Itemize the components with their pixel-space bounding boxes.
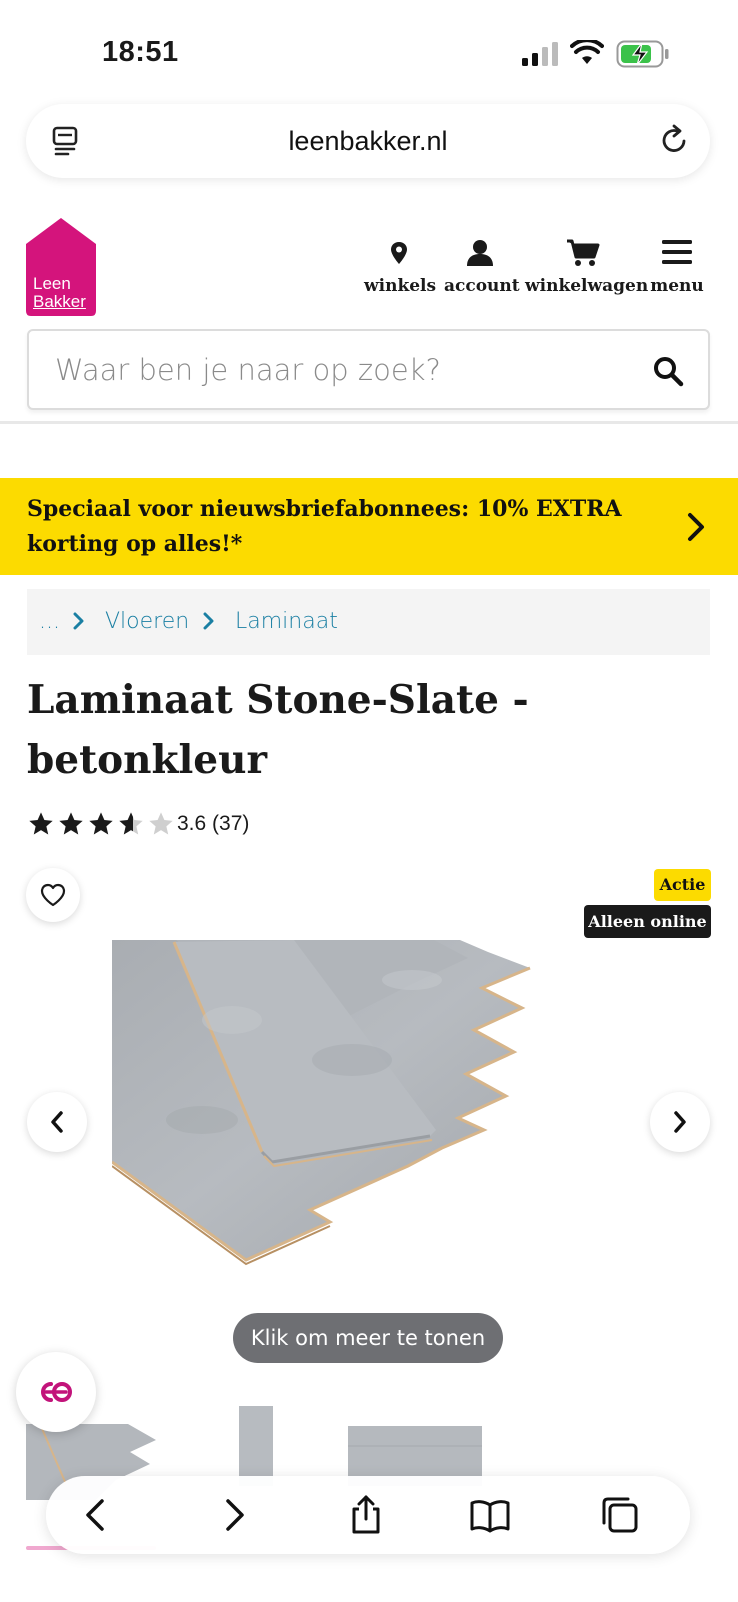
browser-toolbar <box>46 1476 690 1554</box>
page: 18:51 leenbakker.nl Leen Bakker winkels … <box>0 0 738 1602</box>
star-half-icon <box>119 812 143 835</box>
promo-text: Speciaal voor nieuwsbriefabonnees: 10% E… <box>27 496 622 557</box>
address-bar[interactable]: leenbakker.nl <box>26 104 710 178</box>
chevron-right-icon <box>73 612 84 630</box>
battery-charging-icon <box>616 40 669 68</box>
favorite-button[interactable] <box>26 868 80 922</box>
chat-logo-icon <box>41 1382 72 1402</box>
status-time: 18:51 <box>102 36 179 68</box>
back-icon[interactable] <box>76 1495 116 1535</box>
header-divider <box>0 421 738 424</box>
nav-label-winkels: winkels <box>364 276 437 296</box>
badge-actie: Actie <box>654 869 711 901</box>
reload-icon[interactable] <box>658 124 690 156</box>
user-icon <box>467 240 493 266</box>
cart-icon <box>567 239 600 266</box>
breadcrumb-laminaat[interactable]: Laminaat <box>235 609 338 634</box>
star-full-icon <box>29 812 53 835</box>
product-title: Laminaat Stone-Slate - betonkleur <box>27 677 529 783</box>
product-image[interactable] <box>112 940 616 1300</box>
heart-icon <box>40 883 66 907</box>
nav-label-winkelwagen: winkelwagen <box>525 276 649 296</box>
carousel-prev-button[interactable] <box>27 1092 87 1152</box>
hamburger-icon <box>662 240 692 264</box>
forward-icon[interactable] <box>214 1495 254 1535</box>
nav-winkelwagen[interactable]: winkelwagen <box>525 236 649 296</box>
breadcrumb-vloeren[interactable]: Vloeren <box>105 609 189 634</box>
thumbnail-2[interactable] <box>239 1406 273 1486</box>
tabs-icon[interactable] <box>600 1495 640 1535</box>
show-more-button[interactable]: Klik om meer te tonen <box>233 1313 503 1363</box>
logo-text-leen: Leen <box>33 274 71 293</box>
chevron-left-icon <box>51 1111 63 1133</box>
nav-account[interactable]: account <box>444 236 520 296</box>
nav-winkels[interactable]: winkels <box>364 236 437 296</box>
search-input[interactable] <box>55 353 615 387</box>
star-full-icon <box>89 812 113 835</box>
chevron-right-icon <box>688 513 704 541</box>
newsletter-promo-banner[interactable]: Speciaal voor nieuwsbriefabonnees: 10% E… <box>0 478 738 575</box>
nav-label-account: account <box>444 276 520 296</box>
location-pin-icon <box>391 242 407 264</box>
cellular-signal-icon <box>522 42 558 66</box>
badge-alleen-online: Alleen online <box>584 905 711 938</box>
share-icon[interactable] <box>346 1495 386 1535</box>
carousel-next-button[interactable] <box>650 1092 710 1152</box>
star-full-icon <box>59 812 83 835</box>
logo-text-bakker: Bakker <box>33 292 86 311</box>
bookmarks-icon[interactable] <box>470 1495 510 1535</box>
chevron-right-icon <box>674 1111 686 1133</box>
nav-menu[interactable]: menu <box>650 236 704 296</box>
breadcrumb: ... Vloeren Laminaat <box>27 589 710 655</box>
star-empty-icon <box>149 812 173 835</box>
rating-text: 3.6 (37) <box>177 812 250 835</box>
chevron-right-icon <box>203 612 214 630</box>
search-box[interactable] <box>27 329 710 410</box>
url-text[interactable]: leenbakker.nl <box>26 126 710 157</box>
chat-button[interactable] <box>16 1352 96 1432</box>
breadcrumb-ellipsis[interactable]: ... <box>39 609 60 634</box>
search-icon[interactable] <box>652 355 684 387</box>
nav-label-menu: menu <box>650 276 704 296</box>
wifi-icon <box>570 40 604 64</box>
